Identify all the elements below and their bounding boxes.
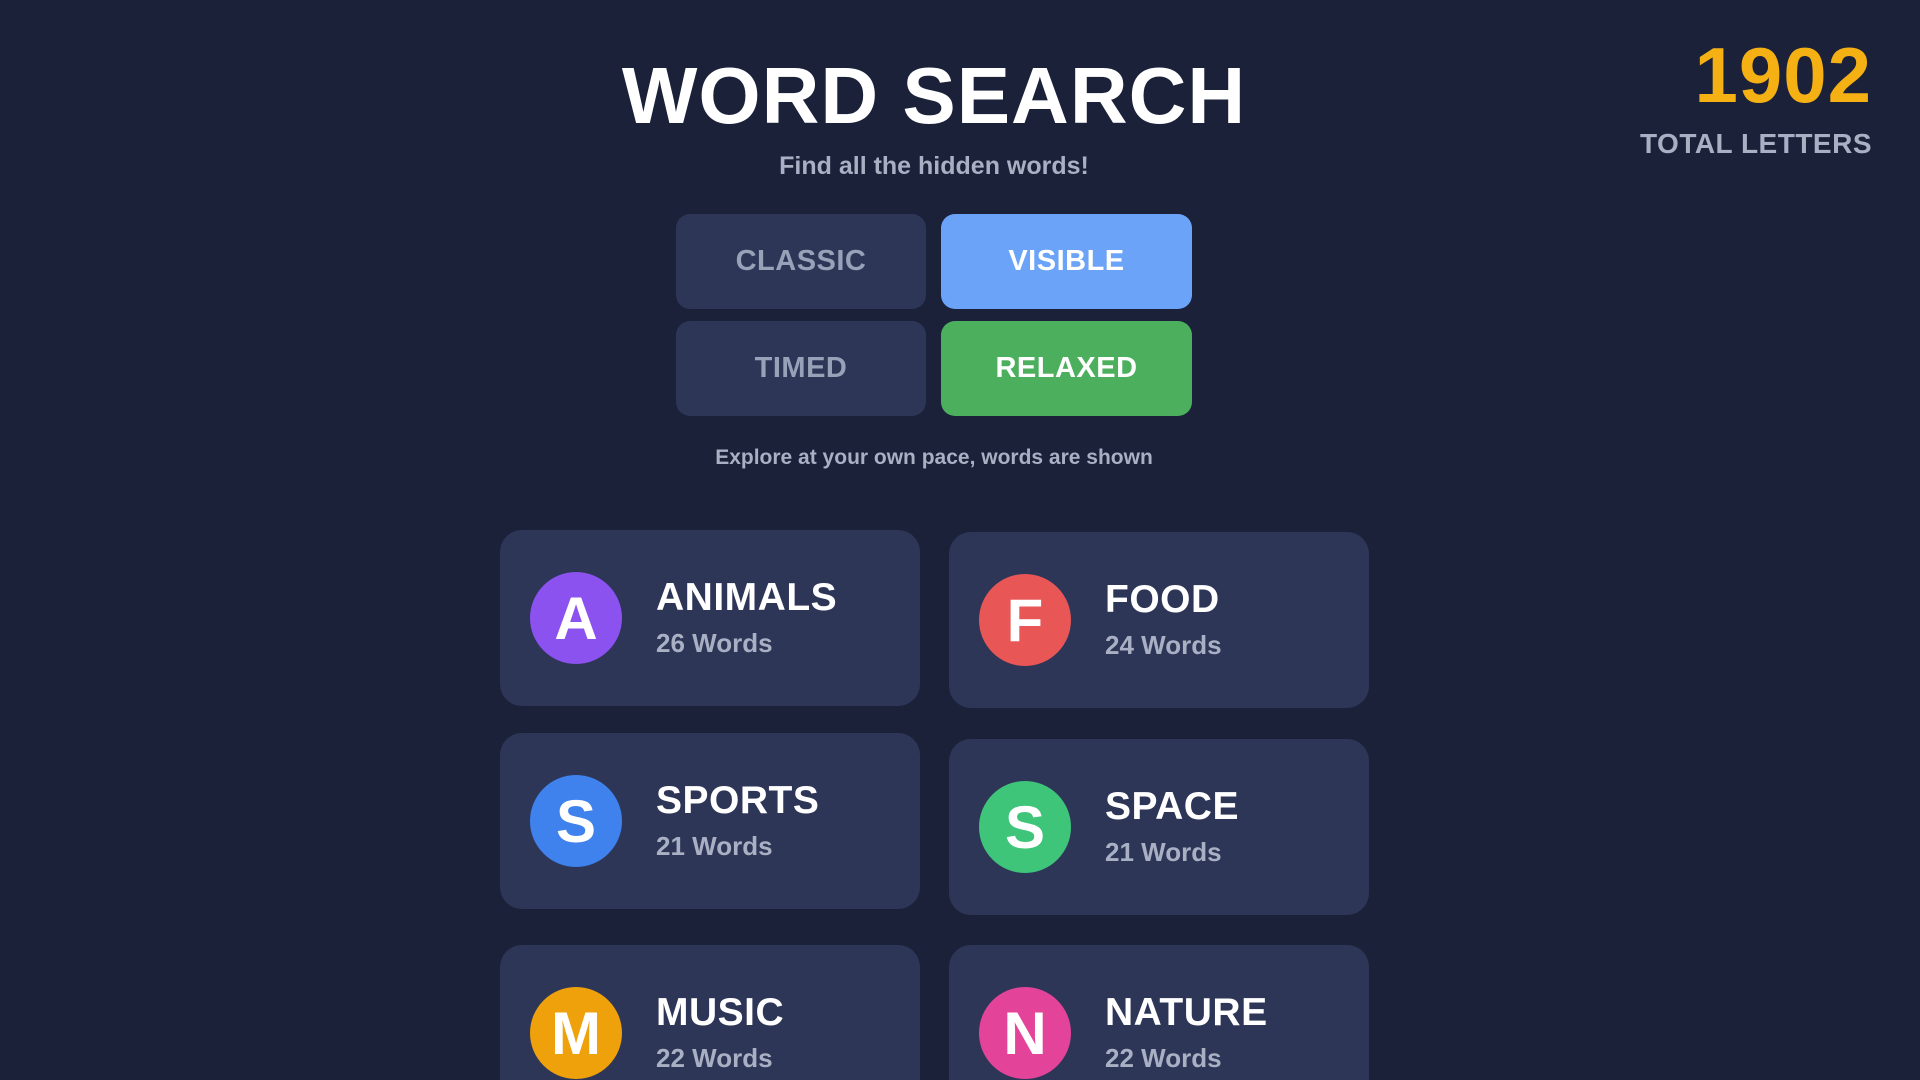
category-word-count: 22 Words [656,1042,773,1073]
category-name: NATURE [1105,991,1268,1035]
music-letter-icon: M [530,987,622,1079]
animals-letter-icon: A [530,572,622,664]
category-name: SPORTS [656,779,820,823]
mode-relaxed-button[interactable]: RELAXED [941,321,1192,416]
category-name: FOOD [1105,578,1220,622]
category-name: ANIMALS [656,576,838,620]
category-card-nature[interactable]: N NATURE 22 Words [949,945,1369,1080]
category-card-animals[interactable]: A ANIMALS 26 Words [500,530,920,706]
mode-selector: CLASSIC VISIBLE TIMED RELAXED [676,214,1192,416]
category-name: MUSIC [656,991,785,1035]
category-word-count: 26 Words [656,627,773,658]
nature-letter-icon: N [979,987,1071,1079]
page-subtitle: Find all the hidden words! [779,152,1089,180]
sports-letter-icon: S [530,775,622,867]
category-word-count: 22 Words [1105,1042,1222,1073]
category-card-sports[interactable]: S SPORTS 21 Words [500,733,920,909]
mode-description: Explore at your own pace, words are show… [715,446,1153,469]
category-card-music[interactable]: M MUSIC 22 Words [500,945,920,1080]
page-title: WORD SEARCH [621,51,1247,140]
category-word-count: 24 Words [1105,629,1222,660]
category-word-count: 21 Words [656,830,773,861]
mode-timed-button[interactable]: TIMED [676,321,926,416]
category-word-count: 21 Words [1105,836,1222,867]
space-letter-icon: S [979,781,1071,873]
food-letter-icon: F [979,574,1071,666]
category-card-food[interactable]: F FOOD 24 Words [949,532,1369,708]
category-name: SPACE [1105,785,1239,829]
category-card-space[interactable]: S SPACE 21 Words [949,739,1369,915]
mode-classic-button[interactable]: CLASSIC [676,214,926,309]
word-search-menu: 1902 TOTAL LETTERS WORD SEARCH Find all … [0,0,1920,1080]
mode-visible-button[interactable]: VISIBLE [941,214,1192,309]
